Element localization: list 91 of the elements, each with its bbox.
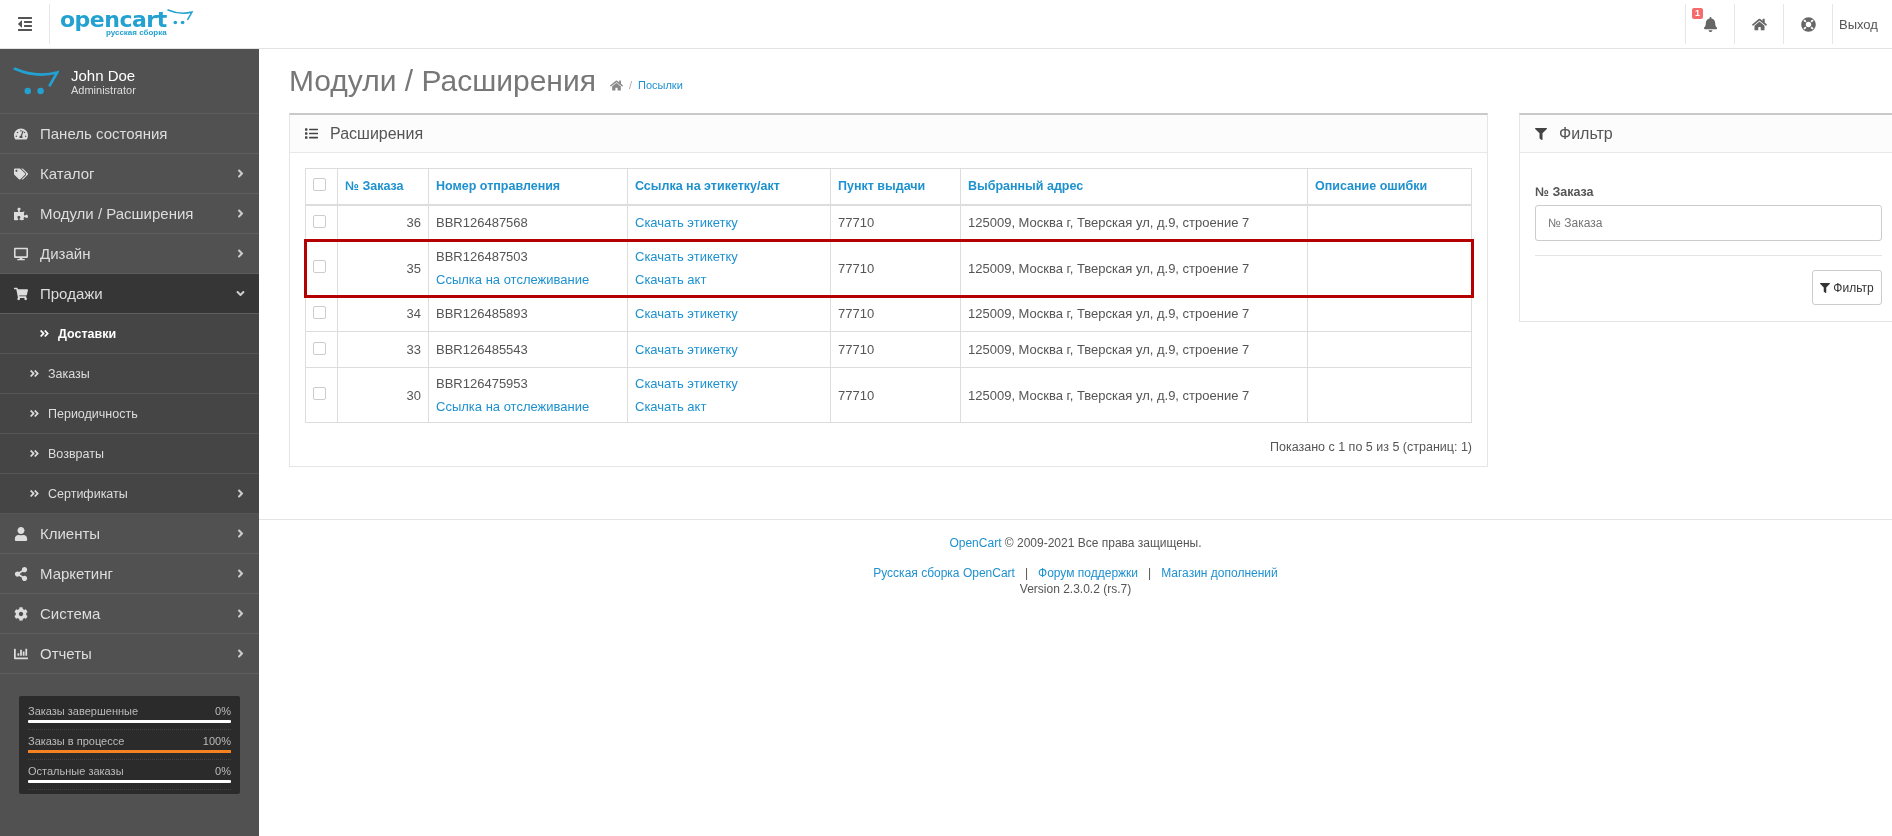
shipment-number: BBR126475953 xyxy=(436,376,528,391)
bell-icon xyxy=(1702,16,1718,32)
tracking-link[interactable]: Ссылка на отслеживание xyxy=(436,272,590,287)
filter-icon xyxy=(1820,282,1831,293)
download-link[interactable]: Скачать акт xyxy=(635,399,707,414)
download-link[interactable]: Скачать этикетку xyxy=(635,376,738,391)
double-chevron-icon xyxy=(28,368,40,379)
bar-chart-icon xyxy=(12,646,30,661)
order-number: 30 xyxy=(406,387,421,403)
lifebuoy-icon xyxy=(1800,16,1816,32)
shipment-number: BBR126485893 xyxy=(436,306,528,321)
checkbox[interactable] xyxy=(313,305,326,319)
brand-link[interactable]: OpenCart xyxy=(949,536,1002,550)
filter-icon xyxy=(1535,127,1547,140)
checkbox[interactable] xyxy=(313,260,326,273)
column-header[interactable]: Выбранный адрес xyxy=(968,179,1084,194)
filter-button[interactable]: Фильтр xyxy=(1812,270,1882,305)
order-number: 35 xyxy=(406,260,421,276)
gear-icon xyxy=(12,606,30,621)
order-number-field[interactable]: № Заказа xyxy=(1535,205,1882,241)
puzzle-icon xyxy=(12,206,30,221)
pickup-point: 77710 xyxy=(838,215,875,231)
double-chevron-icon xyxy=(38,328,50,339)
panel-title: Фильтр xyxy=(1559,124,1613,143)
link-separator: | xyxy=(1148,566,1152,580)
stat-value: 0% xyxy=(215,705,231,717)
menu-icon xyxy=(16,16,33,32)
download-link[interactable]: Скачать этикетку xyxy=(635,249,738,264)
pickup-point: 77710 xyxy=(838,306,875,321)
checkbox[interactable] xyxy=(313,341,326,355)
double-chevron-icon xyxy=(28,448,40,459)
avatar-icon xyxy=(13,67,59,95)
user-role: Administrator xyxy=(71,83,136,96)
list-icon xyxy=(305,127,318,140)
address: 125009, Москва г, Тверская ул, д.9, строение 7 xyxy=(968,387,1250,403)
order-number: 34 xyxy=(406,306,421,321)
cart-icon xyxy=(12,286,30,301)
sidebar-subitem[interactable]: Возвраты xyxy=(0,434,259,474)
checkbox[interactable] xyxy=(313,214,326,228)
sidebar-subitem[interactable]: Заказы xyxy=(0,354,259,394)
footer-link[interactable]: Магазин дополнений xyxy=(1161,566,1278,580)
logout-link[interactable]: Выход xyxy=(1832,4,1892,44)
stat-value: 0% xyxy=(215,765,231,777)
link-separator: | xyxy=(1024,566,1029,580)
tracking-link[interactable]: Ссылка на отслеживание xyxy=(436,399,590,414)
panel-title: Расширения xyxy=(330,124,424,143)
double-chevron-icon xyxy=(28,408,40,419)
footer-link[interactable]: Русская сборка OpenCart xyxy=(873,566,1015,580)
pickup-point: 77710 xyxy=(838,387,875,403)
user-name: John Doe xyxy=(71,66,136,84)
address: 125009, Москва г, Тверская ул, д.9, строение 7 xyxy=(968,306,1250,321)
order-number: 33 xyxy=(406,342,421,357)
user-icon xyxy=(12,526,30,541)
stat-label: Заказы в процессе xyxy=(28,735,125,747)
order-number: 36 xyxy=(406,215,421,231)
sidebar-item[interactable]: Продажи xyxy=(0,274,259,314)
copyright-text: OpenCart © 2009-2021 Все права защищены. xyxy=(949,536,1202,550)
checkbox[interactable] xyxy=(313,178,326,192)
home-icon[interactable] xyxy=(609,78,623,92)
stat-value: 100% xyxy=(202,735,231,747)
footer-link[interactable]: Форум поддержки xyxy=(1038,566,1139,580)
gauge-icon xyxy=(12,126,30,141)
shipment-number: BBR126487568 xyxy=(436,215,528,231)
breadcrumb-separator: / xyxy=(628,79,632,91)
pickup-point: 77710 xyxy=(838,260,875,276)
share-icon xyxy=(12,566,30,581)
version-text: Version 2.3.0.2 (rs.7) xyxy=(1019,582,1132,596)
address: 125009, Москва г, Тверская ул, д.9, строение 7 xyxy=(968,342,1250,357)
shipment-number: BBR126485543 xyxy=(436,342,528,357)
notification-badge: 1 xyxy=(1692,8,1703,19)
sidebar-subitem[interactable]: Доставки xyxy=(0,314,259,354)
page-title: Модули / Расширения xyxy=(289,64,596,98)
pagination-info: Показано с 1 по 5 из 5 (страниц: 1) xyxy=(1269,440,1472,454)
download-link[interactable]: Скачать акт xyxy=(635,272,707,287)
cart-logo-icon xyxy=(166,9,193,25)
stat-label: Остальные заказы xyxy=(28,765,124,777)
shipment-number: BBR126487503 xyxy=(436,249,528,264)
sidebar-subitem[interactable]: Сертификаты xyxy=(0,474,259,514)
sidebar-subitem[interactable]: Периодичность xyxy=(0,394,259,434)
address: 125009, Москва г, Тверская ул, д.9, строение 7 xyxy=(968,215,1250,231)
checkbox[interactable] xyxy=(313,387,326,400)
logo[interactable]: opencart русская сборка xyxy=(60,9,167,37)
monitor-icon xyxy=(12,246,30,261)
stat-label: Заказы завершенные xyxy=(28,705,139,717)
field-label: № Заказа xyxy=(1535,185,1595,199)
double-chevron-icon xyxy=(28,488,40,499)
home-icon xyxy=(1751,16,1767,32)
address: 125009, Москва г, Тверская ул, д.9, строение 7 xyxy=(968,260,1250,276)
tags-icon xyxy=(12,166,30,181)
breadcrumb-link[interactable]: Посылки xyxy=(638,79,683,91)
pickup-point: 77710 xyxy=(838,342,875,357)
